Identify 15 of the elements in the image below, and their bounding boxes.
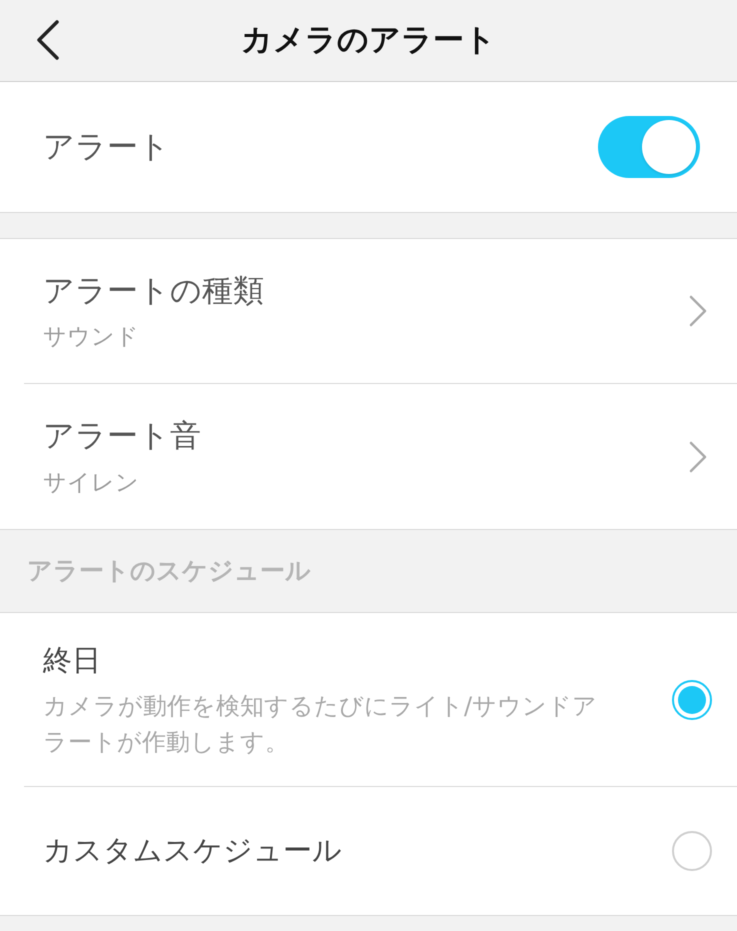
- setting-value: サイレン: [43, 468, 140, 498]
- chevron-right-icon[interactable]: [689, 440, 707, 472]
- section-header: アラートのスケジュール: [27, 555, 311, 588]
- setting-label: アラート音: [43, 417, 201, 456]
- back-chevron-icon: [36, 20, 60, 60]
- setting-value: サウンド: [43, 323, 140, 352]
- option-label: 終日: [43, 642, 102, 679]
- radio-button[interactable]: [672, 680, 712, 720]
- option-label: カスタムスケジュール: [43, 832, 342, 870]
- radio-button[interactable]: [672, 831, 712, 871]
- setting-label: アラートの種類: [43, 272, 264, 310]
- option-description: カメラが動作を検知するたびにライト/サウンドアラートが作動します。: [43, 691, 598, 758]
- alert-label: アラート: [43, 128, 170, 167]
- chevron-right-icon[interactable]: [689, 295, 707, 327]
- page-title: カメラのアラート: [241, 21, 496, 60]
